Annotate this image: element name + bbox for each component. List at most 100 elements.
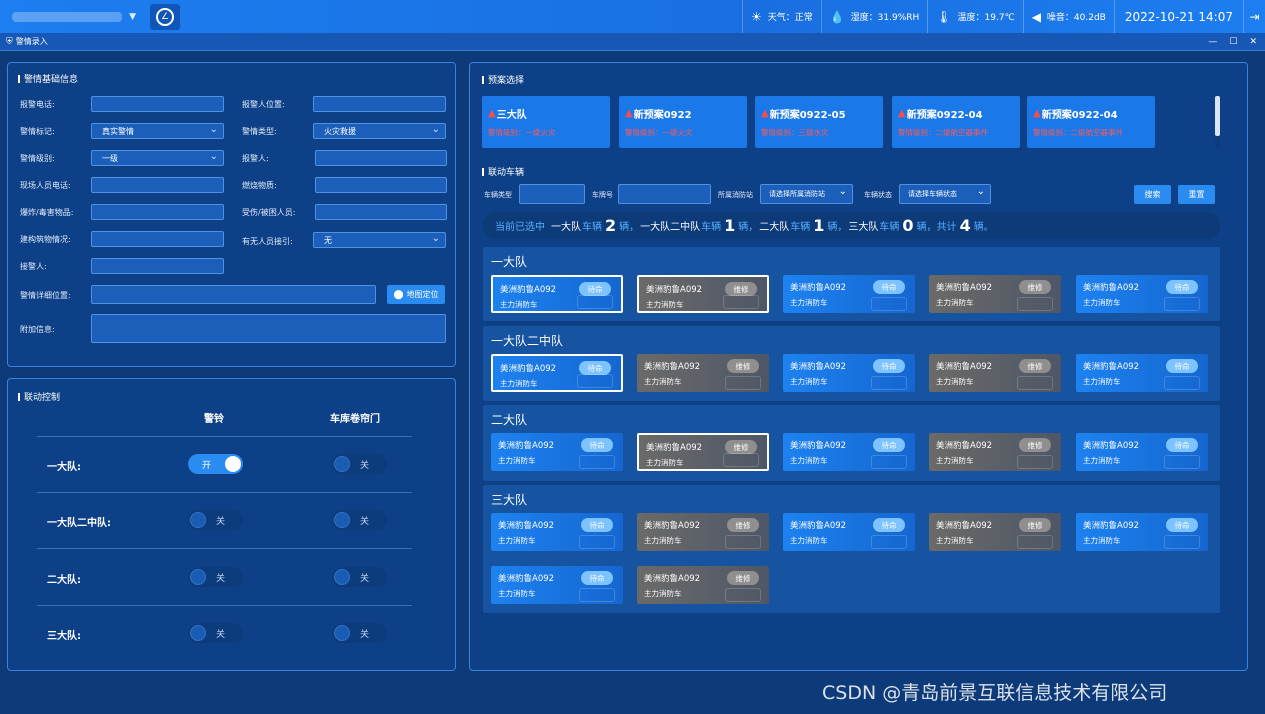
squad-name: 一大队	[491, 255, 528, 269]
guide-select[interactable]: 无	[313, 232, 446, 248]
vehicle-card[interactable]: 美洲豹鲁A092 主力消防车 待命	[491, 566, 623, 604]
status-select[interactable]: 请选择车辆状态	[899, 184, 991, 204]
plan-card[interactable]: ▲ 新预案0922-04 警情级别：二级航空器事件	[892, 96, 1020, 148]
vehicle-plate: 美洲豹鲁A092	[1083, 283, 1140, 293]
station-select[interactable]: 请选择所属消防站	[760, 184, 853, 204]
vehicle-card[interactable]: 美洲豹鲁A092 主力消防车 待命	[1076, 433, 1208, 471]
org-select-value	[12, 11, 122, 22]
scrollbar-thumb[interactable]	[1215, 96, 1220, 136]
plate-input[interactable]	[618, 184, 711, 204]
extra-info-textarea[interactable]	[91, 314, 446, 343]
plan-card[interactable]: ▲ 新预案0922 警情级别：一级火灾	[619, 96, 747, 148]
burning-material-label: 燃烧物质:	[242, 181, 277, 190]
toggle-knob	[334, 456, 350, 472]
vehicle-status-badge: 维修	[1019, 359, 1051, 373]
explosive-input[interactable]	[91, 204, 224, 220]
app-logo[interactable]: ∠	[150, 3, 180, 30]
org-select[interactable]: ▼	[8, 7, 140, 27]
alarm-bell-toggle-1[interactable]: 开	[188, 454, 243, 474]
vehicle-card[interactable]: 美洲豹鲁A092 主力消防车 待命	[1076, 354, 1208, 392]
window-title: ⛨ 警情录入	[6, 36, 48, 47]
plan-scrollbar[interactable]	[1215, 96, 1220, 148]
map-locate-button[interactable]: ⬤ 地图定位	[387, 285, 445, 304]
vehicle-card[interactable]: 美洲豹鲁A092 主力消防车 维修	[637, 566, 769, 604]
alarm-bell-toggle-3[interactable]: 关	[188, 567, 243, 587]
alarm-level-select[interactable]: 一级	[91, 150, 224, 166]
summary-count-3: 1	[813, 216, 825, 235]
alarm-tag-select[interactable]: 真实警情	[91, 123, 224, 139]
linked-vehicles-title: 联动车辆	[482, 165, 524, 178]
summary-unit: 车辆	[582, 222, 602, 233]
plan-card[interactable]: ▲ 新预案0922-04 警情级别：二级航空器事件	[1027, 96, 1155, 148]
plan-name: ▲ 新预案0922-04	[1033, 106, 1118, 121]
plan-name-text: 新预案0922-04	[906, 110, 983, 121]
vehicle-card[interactable]: 美洲豹鲁A092 主力消防车 维修	[929, 513, 1061, 551]
garage-door-toggle-3[interactable]: 关	[332, 567, 387, 587]
burning-material-input[interactable]	[315, 177, 447, 193]
vehicle-type: 主力消防车	[936, 536, 974, 545]
plan-card[interactable]: ▲ 三大队 警情级别：一级火灾	[482, 96, 610, 148]
reset-button[interactable]: 重置	[1178, 185, 1215, 204]
receiver-label: 接警人:	[20, 262, 47, 271]
vehicle-card[interactable]: 美洲豹鲁A092 主力消防车 待命	[491, 275, 623, 313]
garage-door-toggle-4[interactable]: 关	[332, 623, 387, 643]
top-bar: ▼ ∠ ☀ 天气：正常 💧 湿度：31.9%RH 🌡 温度：19.7℃ ◀ 噪音…	[0, 0, 1265, 33]
vehicle-plate: 美洲豹鲁A092	[936, 362, 993, 372]
linkage-row-2-name: 一大队二中队:	[47, 518, 111, 529]
alarm-bell-toggle-4[interactable]: 关	[188, 623, 243, 643]
vehicle-card[interactable]: 美洲豹鲁A092 主力消防车 待命	[783, 433, 915, 471]
vehicle-type: 主力消防车	[646, 458, 684, 467]
noise-label: 噪音：40.2dB	[1046, 13, 1106, 23]
minimize-icon[interactable]: —	[1208, 37, 1217, 47]
vehicle-plate: 美洲豹鲁A092	[644, 362, 701, 372]
vehicle-card[interactable]: 美洲豹鲁A092 主力消防车 维修	[637, 275, 769, 313]
receiver-input[interactable]	[91, 258, 224, 274]
vehicle-card[interactable]: 美洲豹鲁A092 主力消防车 待命	[1076, 275, 1208, 313]
toggle-knob	[190, 569, 206, 585]
temperature-stat: 🌡 温度：19.7℃	[927, 0, 1022, 33]
alarm-type-label: 警情类型:	[242, 127, 277, 136]
vehicle-card[interactable]: 美洲豹鲁A092 主力消防车 待命	[783, 275, 915, 313]
vehicle-status-badge: 维修	[727, 518, 759, 532]
vehicle-plate: 美洲豹鲁A092	[646, 285, 703, 295]
search-button[interactable]: 搜索	[1134, 185, 1171, 204]
vehicle-card[interactable]: 美洲豹鲁A092 主力消防车 维修	[637, 354, 769, 392]
siren-icon: ▲	[761, 108, 769, 119]
caller-location-input[interactable]	[313, 96, 446, 112]
maximize-icon[interactable]: ☐	[1229, 37, 1237, 47]
toggle-knob	[334, 569, 350, 585]
caller-input[interactable]	[315, 150, 447, 166]
onsite-phone-input[interactable]	[91, 177, 224, 193]
vehicle-type-input[interactable]	[519, 184, 585, 204]
vehicle-type-label: 车辆类型	[484, 191, 512, 199]
vehicle-card[interactable]: 美洲豹鲁A092 主力消防车 待命	[783, 513, 915, 551]
alarm-bell-toggle-2[interactable]: 关	[188, 510, 243, 530]
logout-icon[interactable]: ⇥	[1243, 0, 1265, 33]
alarm-type-select[interactable]: 火灾救援	[313, 123, 446, 139]
vehicle-card[interactable]: 美洲豹鲁A092 主力消防车 维修	[637, 513, 769, 551]
squad-group-3: 二大队 美洲豹鲁A092 主力消防车 待命 美洲豹鲁A092 主力消防车 维修 美洲豹鲁A09…	[483, 405, 1220, 481]
vehicle-card[interactable]: 美洲豹鲁A092 主力消防车 待命	[1076, 513, 1208, 551]
speaker-icon: ◀	[1031, 9, 1041, 24]
summary-total-suffix: 辆。	[973, 222, 994, 233]
vehicle-card[interactable]: 美洲豹鲁A092 主力消防车 维修	[929, 354, 1061, 392]
fire-truck-icon	[1164, 297, 1200, 311]
injured-input[interactable]	[315, 204, 447, 220]
detail-location-input[interactable]	[91, 285, 376, 304]
vehicle-card[interactable]: 美洲豹鲁A092 主力消防车 待命	[491, 354, 623, 392]
vehicle-card[interactable]: 美洲豹鲁A092 主力消防车 维修	[929, 275, 1061, 313]
vehicle-card[interactable]: 美洲豹鲁A092 主力消防车 待命	[491, 513, 623, 551]
vehicle-card[interactable]: 美洲豹鲁A092 主力消防车 维修	[929, 433, 1061, 471]
vehicle-card[interactable]: 美洲豹鲁A092 主力消防车 待命	[491, 433, 623, 471]
caller-phone-input[interactable]	[91, 96, 224, 112]
garage-door-toggle-2[interactable]: 关	[332, 510, 387, 530]
garage-door-toggle-1[interactable]: 关	[332, 454, 387, 474]
summary-unit: 车辆	[790, 222, 811, 233]
vehicle-type: 主力消防车	[498, 589, 536, 598]
plan-card[interactable]: ▲ 新预案0922-05 警情级别：三级水灾	[755, 96, 883, 148]
vehicle-card[interactable]: 美洲豹鲁A092 主力消防车 维修	[637, 433, 769, 471]
close-icon[interactable]: ✕	[1249, 37, 1257, 47]
plan-name-text: 新预案0922-05	[769, 110, 846, 121]
vehicle-card[interactable]: 美洲豹鲁A092 主力消防车 待命	[783, 354, 915, 392]
building-input[interactable]	[91, 231, 224, 247]
